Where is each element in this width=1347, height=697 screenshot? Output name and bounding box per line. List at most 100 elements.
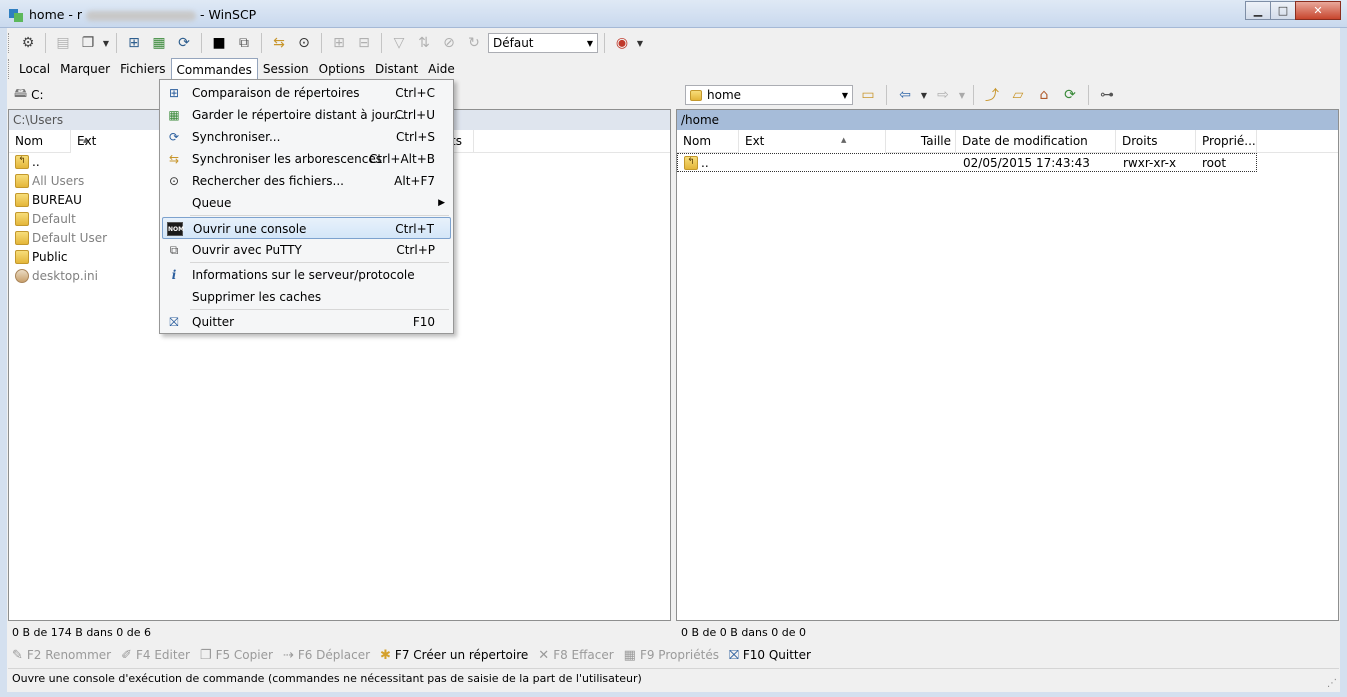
menu-separator	[190, 309, 449, 310]
column-ext[interactable]: Ext ▲	[71, 130, 161, 153]
folder-icon	[15, 193, 29, 207]
column-name[interactable]: Nom	[677, 130, 739, 153]
chevron-down-icon[interactable]: ▼	[958, 84, 966, 106]
menubar-grip[interactable]	[8, 59, 11, 79]
menu-item-open-putty[interactable]: ⧉ Ouvrir avec PuTTY Ctrl+P	[162, 239, 451, 261]
column-rights[interactable]: Droits	[1116, 130, 1196, 153]
redacted-host	[86, 10, 197, 21]
transfer-settings-combo[interactable]: Défaut ▼	[488, 33, 598, 53]
remote-path-header: /home	[677, 110, 1338, 130]
queue-icon[interactable]: ▤	[52, 32, 74, 54]
resize-grip-icon[interactable]: ⋰	[1327, 678, 1337, 689]
quit-icon: ⛝	[169, 315, 179, 329]
f9-properties-button[interactable]: ▦ F9 Propriétés	[624, 648, 719, 663]
menu-item-quit[interactable]: ⛝ Quitter F10	[162, 311, 451, 333]
parent-directory-icon[interactable]: ⤴	[981, 84, 1003, 106]
chevron-down-icon[interactable]: ▼	[920, 84, 928, 106]
menu-item-sync-browsing[interactable]: ⇆ Synchroniser les arborescences Ctrl+Alt…	[162, 148, 451, 170]
toolbar-separator	[973, 85, 974, 105]
menu-fichiers[interactable]: Fichiers	[115, 58, 170, 80]
f7-create-directory-button[interactable]: ✱ F7 Créer un répertoire	[380, 648, 528, 663]
home-icon[interactable]: ⌂	[1033, 84, 1055, 106]
menu-item-queue[interactable]: Queue ▶	[162, 192, 451, 214]
compare-directories-icon[interactable]: ⊞	[123, 32, 145, 54]
remote-file-list: ↰ .. 02/05/2015 17:43:43 rwxr-xr-x root	[677, 153, 1338, 172]
menu-item-compare-directories[interactable]: ⊞ Comparaison de répertoires Ctrl+C	[162, 82, 451, 104]
preferences-gear-icon[interactable]: ⚙	[17, 32, 39, 54]
menu-item-find-files[interactable]: ⊙ Rechercher des fichiers... Alt+F7	[162, 170, 451, 192]
chevron-down-icon[interactable]: ▼	[102, 32, 110, 54]
menu-separator	[190, 262, 449, 263]
menu-marquer[interactable]: Marquer	[55, 58, 115, 80]
f4-edit-button[interactable]: ✐ F4 Editer	[121, 648, 190, 663]
refresh-icon[interactable]: ↻	[463, 32, 485, 54]
folder-icon	[15, 231, 29, 245]
plus-icon[interactable]: ⊞	[328, 32, 350, 54]
tree-view-icon[interactable]: ⊶	[1096, 84, 1118, 106]
forward-arrow-icon[interactable]: ⇨	[932, 84, 954, 106]
column-owner[interactable]: Proprié...	[1196, 130, 1257, 153]
copy-queue-icon[interactable]: ❐	[77, 32, 99, 54]
toolbar-separator	[886, 85, 887, 105]
back-arrow-icon[interactable]: ⇦	[894, 84, 916, 106]
putty-icon[interactable]: ⧉	[233, 32, 255, 54]
folder-icon	[690, 90, 702, 101]
synchronize-icon[interactable]: ⟳	[173, 32, 195, 54]
menu-bar: Local Marquer Fichiers Commandes Session…	[8, 58, 460, 80]
root-directory-icon[interactable]: ▱	[1007, 84, 1029, 106]
menu-distant[interactable]: Distant	[370, 58, 423, 80]
column-size[interactable]: Taille	[886, 130, 956, 153]
menu-item-keep-up-to-date[interactable]: ▦ Garder le répertoire distant à jour...…	[162, 104, 451, 126]
filter-icon[interactable]: ▽	[388, 32, 410, 54]
console-icon[interactable]: ■	[208, 32, 230, 54]
commands-menu: ⊞ Comparaison de répertoires Ctrl+C ▦ Gar…	[159, 79, 454, 334]
binoculars-icon: ⊙	[168, 174, 180, 188]
open-folder-icon[interactable]: ▭	[857, 84, 879, 106]
f8-delete-button[interactable]: ✕ F8 Effacer	[538, 648, 613, 663]
refresh-icon[interactable]: ⟳	[1059, 84, 1081, 106]
site-globe-icon[interactable]: ◉	[611, 32, 633, 54]
file-owner: root	[1202, 156, 1227, 170]
putty-icon: ⧉	[169, 243, 179, 257]
table-row[interactable]: ↰ .. 02/05/2015 17:43:43 rwxr-xr-x root	[677, 153, 1257, 172]
remote-file-panel[interactable]: /home Nom Ext ▲ Taille Date de modificati…	[676, 109, 1339, 621]
f2-rename-button[interactable]: ✎ F2 Renommer	[12, 648, 111, 663]
menu-item-open-console[interactable]: NOM Ouvrir une console Ctrl+T	[162, 217, 451, 239]
file-name: All Users	[32, 174, 85, 188]
menu-local[interactable]: Local	[14, 58, 55, 80]
sync-browsing-icon[interactable]: ⇆	[268, 32, 290, 54]
remote-path-combo[interactable]: home ▼	[685, 85, 853, 105]
local-status: 0 B de 174 B dans 0 de 6	[12, 626, 151, 639]
menu-item-clear-caches[interactable]: Supprimer les caches	[162, 286, 451, 308]
column-name[interactable]: Nom	[9, 130, 71, 153]
toolbar-grip[interactable]	[8, 33, 11, 53]
maximize-button[interactable]: □	[1270, 1, 1296, 20]
synchronize-icon: ⟳	[168, 130, 180, 144]
folder-icon	[15, 250, 29, 264]
toolbar-separator	[321, 33, 322, 53]
close-button[interactable]: ✕	[1295, 1, 1341, 20]
menu-item-synchronize[interactable]: ⟳ Synchroniser... Ctrl+S	[162, 126, 451, 148]
local-drive-selector[interactable]: 🖴 C:	[14, 84, 164, 106]
column-modified[interactable]: Date de modification	[956, 130, 1116, 153]
binoculars-icon[interactable]: ⊙	[293, 32, 315, 54]
transfer-icon[interactable]: ⇅	[413, 32, 435, 54]
column-ext[interactable]: Ext ▲	[739, 130, 886, 153]
menu-commandes[interactable]: Commandes	[170, 58, 258, 80]
quit-icon: ⛝	[728, 647, 739, 663]
menu-item-server-info[interactable]: i Informations sur le serveur/protocole	[162, 264, 451, 286]
file-name: BUREAU	[32, 193, 82, 207]
f5-copy-button[interactable]: ❐ F5 Copier	[200, 648, 273, 663]
chevron-down-icon[interactable]: ▼	[636, 32, 644, 54]
folder-icon	[15, 174, 29, 188]
menu-aide[interactable]: Aide	[423, 58, 460, 80]
menu-options[interactable]: Options	[314, 58, 370, 80]
minus-icon[interactable]: ⊟	[353, 32, 375, 54]
f6-move-button[interactable]: ⇢ F6 Déplacer	[283, 648, 370, 663]
keep-up-to-date-icon[interactable]: ▦	[148, 32, 170, 54]
cancel-icon[interactable]: ⊘	[438, 32, 460, 54]
minimize-button[interactable]: ▁	[1245, 1, 1271, 20]
f10-quit-button[interactable]: ⛝ F10 Quitter	[729, 648, 811, 663]
menu-session[interactable]: Session	[258, 58, 314, 80]
chevron-down-icon: ▼	[586, 38, 593, 48]
